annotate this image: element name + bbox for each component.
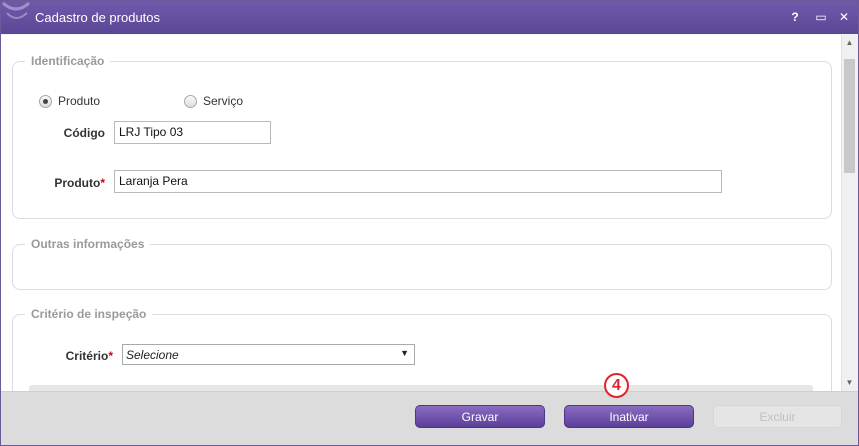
scroll-down-icon[interactable]: ▼ [843, 377, 856, 389]
window-title: Cadastro de produtos [35, 10, 161, 25]
codigo-input[interactable]: LRJ Tipo 03 [114, 121, 271, 144]
maximize-button[interactable]: ▭ [812, 8, 830, 26]
title-bar[interactable]: Cadastro de produtos ? ▭ ✕ [1, 1, 858, 34]
criterio-select[interactable]: Selecione ▼ [122, 344, 415, 365]
outras-informacoes-legend: Outras informações [25, 237, 151, 251]
radio-produto-circle[interactable] [39, 94, 52, 108]
radio-produto[interactable]: Produto [39, 94, 100, 108]
form-content[interactable]: Identificação Produto Serviço Código LRJ… [1, 35, 841, 391]
scroll-up-icon[interactable]: ▲ [843, 37, 856, 49]
radio-produto-label: Produto [58, 94, 101, 108]
criterio-inspecao-legend: Critério de inspeção [25, 307, 153, 321]
criterio-label-text: Critério [65, 349, 109, 363]
help-button[interactable]: ? [786, 8, 804, 26]
step-number-badge: 4 [604, 373, 629, 398]
criterio-select-value: Selecione [126, 348, 179, 362]
produto-required-mark: * [100, 176, 105, 190]
scrollbar-thumb[interactable] [844, 59, 855, 173]
codigo-label: Código [63, 126, 105, 140]
chevron-down-icon[interactable]: ▼ [400, 348, 409, 358]
outras-informacoes-group[interactable]: Outras informações [12, 237, 832, 290]
gravar-button[interactable]: Gravar [415, 405, 545, 428]
produto-label: Produto* [41, 176, 105, 190]
product-dialog: Cadastro de produtos ? ▭ ✕ Identificação… [0, 0, 859, 446]
radio-servico[interactable]: Serviço [184, 94, 243, 108]
produto-label-text: Produto [54, 176, 101, 190]
criterio-required-mark: * [108, 349, 113, 363]
radio-servico-label: Serviço [203, 94, 244, 108]
criterio-label: Critério* [51, 349, 113, 363]
radio-servico-circle[interactable] [184, 94, 197, 108]
inativar-button[interactable]: Inativar [564, 405, 694, 428]
identificacao-legend: Identificação [25, 54, 111, 68]
app-logo-icon [1, 1, 31, 19]
close-button[interactable]: ✕ [835, 8, 853, 26]
excluir-button: Excluir [713, 405, 842, 428]
produto-input[interactable]: Laranja Pera [114, 170, 722, 193]
